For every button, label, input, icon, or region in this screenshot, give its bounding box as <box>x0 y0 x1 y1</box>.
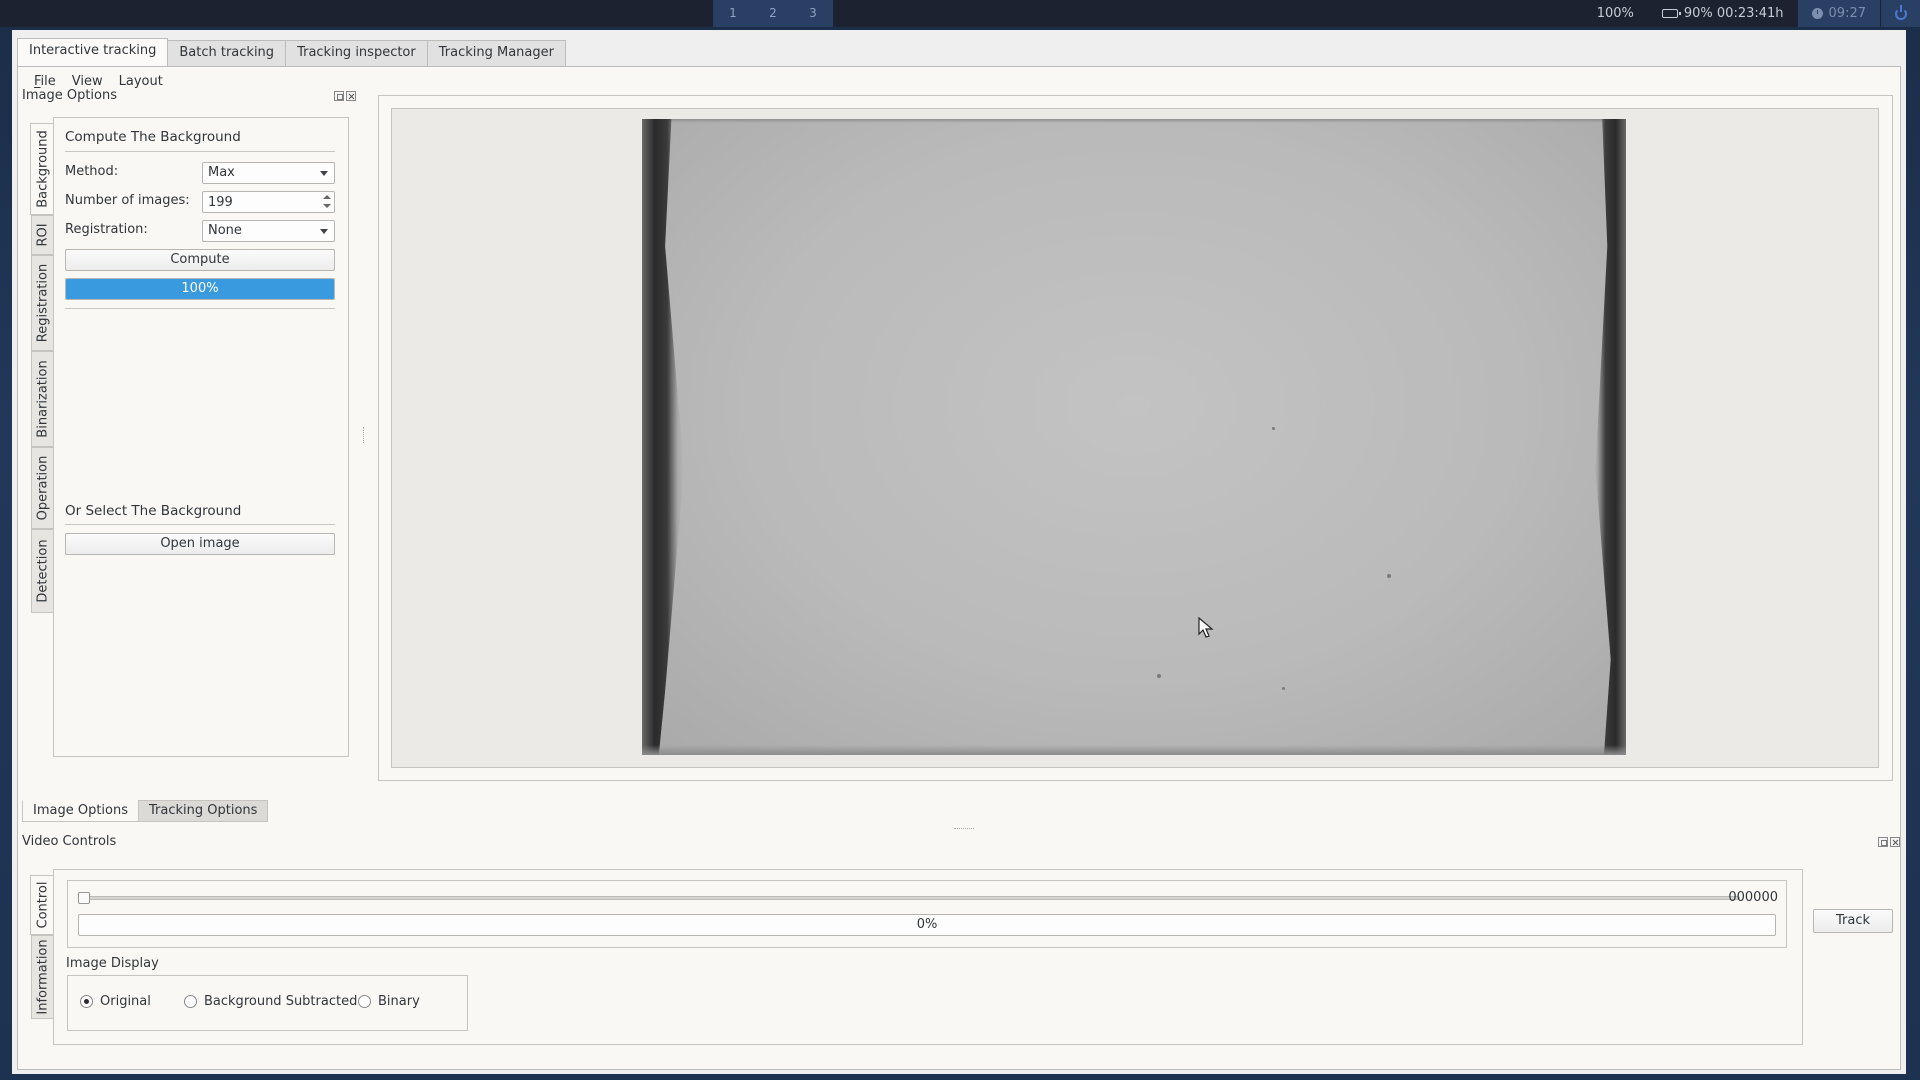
registration-label: Registration: <box>65 222 148 237</box>
frame-slider-handle[interactable] <box>78 892 90 904</box>
image-speck <box>1387 574 1391 578</box>
tab-batch-tracking[interactable]: Batch tracking <box>167 40 287 66</box>
zoom-indicator: 100% <box>1596 6 1634 21</box>
radio-checked-icon <box>80 995 93 1008</box>
image-options-title: Image Options <box>22 88 118 103</box>
method-select[interactable]: Max <box>202 162 335 184</box>
frame-counter: 000000 <box>1728 890 1778 905</box>
workspace-switcher: 1 2 3 <box>713 0 833 27</box>
radio-unchecked-icon <box>358 995 371 1008</box>
battery-text: 90% 00:23:41h <box>1683 6 1784 21</box>
spin-up-icon[interactable] <box>322 193 332 202</box>
dock-close-icon[interactable] <box>346 91 356 101</box>
tracking-progress-bar: 0% <box>78 914 1776 936</box>
vtab-binarization[interactable]: Binarization <box>31 351 53 447</box>
frame-edge <box>1595 119 1626 755</box>
tab-content: File View Layout Image Options Backgroun… <box>17 66 1901 1070</box>
video-frame-image[interactable] <box>642 119 1626 755</box>
vtab-operation[interactable]: Operation <box>31 447 53 529</box>
divider <box>65 308 335 309</box>
frame-slider-track[interactable] <box>80 896 1740 900</box>
frame-edge <box>642 119 684 755</box>
chevron-down-icon <box>320 171 328 176</box>
image-display-group: Original Background Subtracted Binary <box>67 975 468 1031</box>
radio-label: Binary <box>378 994 420 1009</box>
splitter-handle[interactable] <box>363 427 365 443</box>
registration-value: None <box>208 223 242 238</box>
compute-progress-bar: 100% <box>65 278 335 300</box>
radio-original[interactable]: Original <box>80 994 151 1009</box>
video-controls-dock-buttons <box>1878 837 1900 847</box>
frame-edge <box>642 745 1626 755</box>
vtab-detection[interactable]: Detection <box>31 529 53 613</box>
battery-icon <box>1661 9 1681 18</box>
dock-float-icon[interactable] <box>334 91 344 101</box>
splitter-handle[interactable] <box>954 828 974 830</box>
method-label: Method: <box>65 164 119 179</box>
radio-label: Original <box>100 994 151 1009</box>
tab-tracking-inspector[interactable]: Tracking inspector <box>285 40 428 66</box>
tab-tracking-manager[interactable]: Tracking Manager <box>426 40 566 66</box>
image-options-dock-buttons <box>334 91 356 101</box>
radio-binary[interactable]: Binary <box>358 994 420 1009</box>
main-tab-bar: Interactive tracking Batch tracking Trac… <box>17 38 566 66</box>
divider <box>65 524 335 525</box>
open-image-button[interactable]: Open image <box>65 533 335 555</box>
workspace-3[interactable]: 3 <box>793 0 833 27</box>
vtab-background[interactable]: Background <box>30 123 54 215</box>
menu-layout[interactable]: Layout <box>111 73 171 90</box>
battery-status: 90% 00:23:41h <box>1648 6 1798 21</box>
clock: 09:27 <box>1797 0 1880 27</box>
num-images-input[interactable] <box>203 192 321 212</box>
chevron-down-icon <box>320 229 328 234</box>
dock-tab-image-options[interactable]: Image Options <box>22 800 140 822</box>
num-images-stepper[interactable] <box>202 191 335 213</box>
compute-background-title: Compute The Background <box>65 129 241 145</box>
radio-label: Background Subtracted <box>204 994 358 1009</box>
compute-progress-text: 100% <box>181 281 219 296</box>
vtab-roi[interactable]: ROI <box>31 215 53 255</box>
dock-close-icon[interactable] <box>1890 837 1900 847</box>
method-value: Max <box>208 165 235 180</box>
radio-background-subtracted[interactable]: Background Subtracted <box>184 994 357 1009</box>
clock-icon <box>1811 8 1823 19</box>
vtab-registration[interactable]: Registration <box>31 255 53 351</box>
image-speck <box>1282 687 1285 690</box>
tracking-progress-text: 0% <box>916 917 938 932</box>
playback-group: 000000 0% <box>67 880 1787 948</box>
select-background-title: Or Select The Background <box>65 503 242 519</box>
num-images-label: Number of images: <box>65 193 190 208</box>
left-dock-tabs: Image Options Tracking Options <box>22 800 269 822</box>
image-speck <box>1157 674 1161 678</box>
power-icon <box>1894 4 1907 20</box>
system-bar: 1 2 3 100% 90% 00:23:41h 09:27 <box>0 0 1920 27</box>
compute-button[interactable]: Compute <box>65 249 335 271</box>
track-button[interactable]: Track <box>1813 909 1893 933</box>
image-speck <box>1272 427 1275 430</box>
frame-edge <box>642 119 1626 123</box>
divider <box>65 151 335 152</box>
workspace-1[interactable]: 1 <box>713 0 753 27</box>
radio-unchecked-icon <box>184 995 197 1008</box>
dock-float-icon[interactable] <box>1878 837 1888 847</box>
vtab-control[interactable]: Control <box>30 875 54 935</box>
power-button[interactable] <box>1880 0 1920 27</box>
workspace-2[interactable]: 2 <box>753 0 793 27</box>
control-panel: 000000 0% Image Display Original Backgro… <box>53 869 1803 1045</box>
tab-interactive-tracking[interactable]: Interactive tracking <box>17 38 169 66</box>
background-panel: Compute The Background Method: Max Numbe… <box>53 117 349 757</box>
vtab-information[interactable]: Information <box>31 935 53 1019</box>
image-display-title: Image Display <box>66 956 159 971</box>
registration-select[interactable]: None <box>202 220 335 242</box>
image-viewer <box>378 95 1893 781</box>
clock-text: 09:27 <box>1828 6 1866 21</box>
spin-down-icon[interactable] <box>322 202 332 211</box>
mouse-cursor-icon <box>1198 617 1214 638</box>
dock-tab-tracking-options[interactable]: Tracking Options <box>138 800 269 822</box>
image-canvas[interactable] <box>391 108 1879 768</box>
main-window: Interactive tracking Batch tracking Trac… <box>12 30 1906 1074</box>
video-controls-title: Video Controls <box>22 834 117 849</box>
